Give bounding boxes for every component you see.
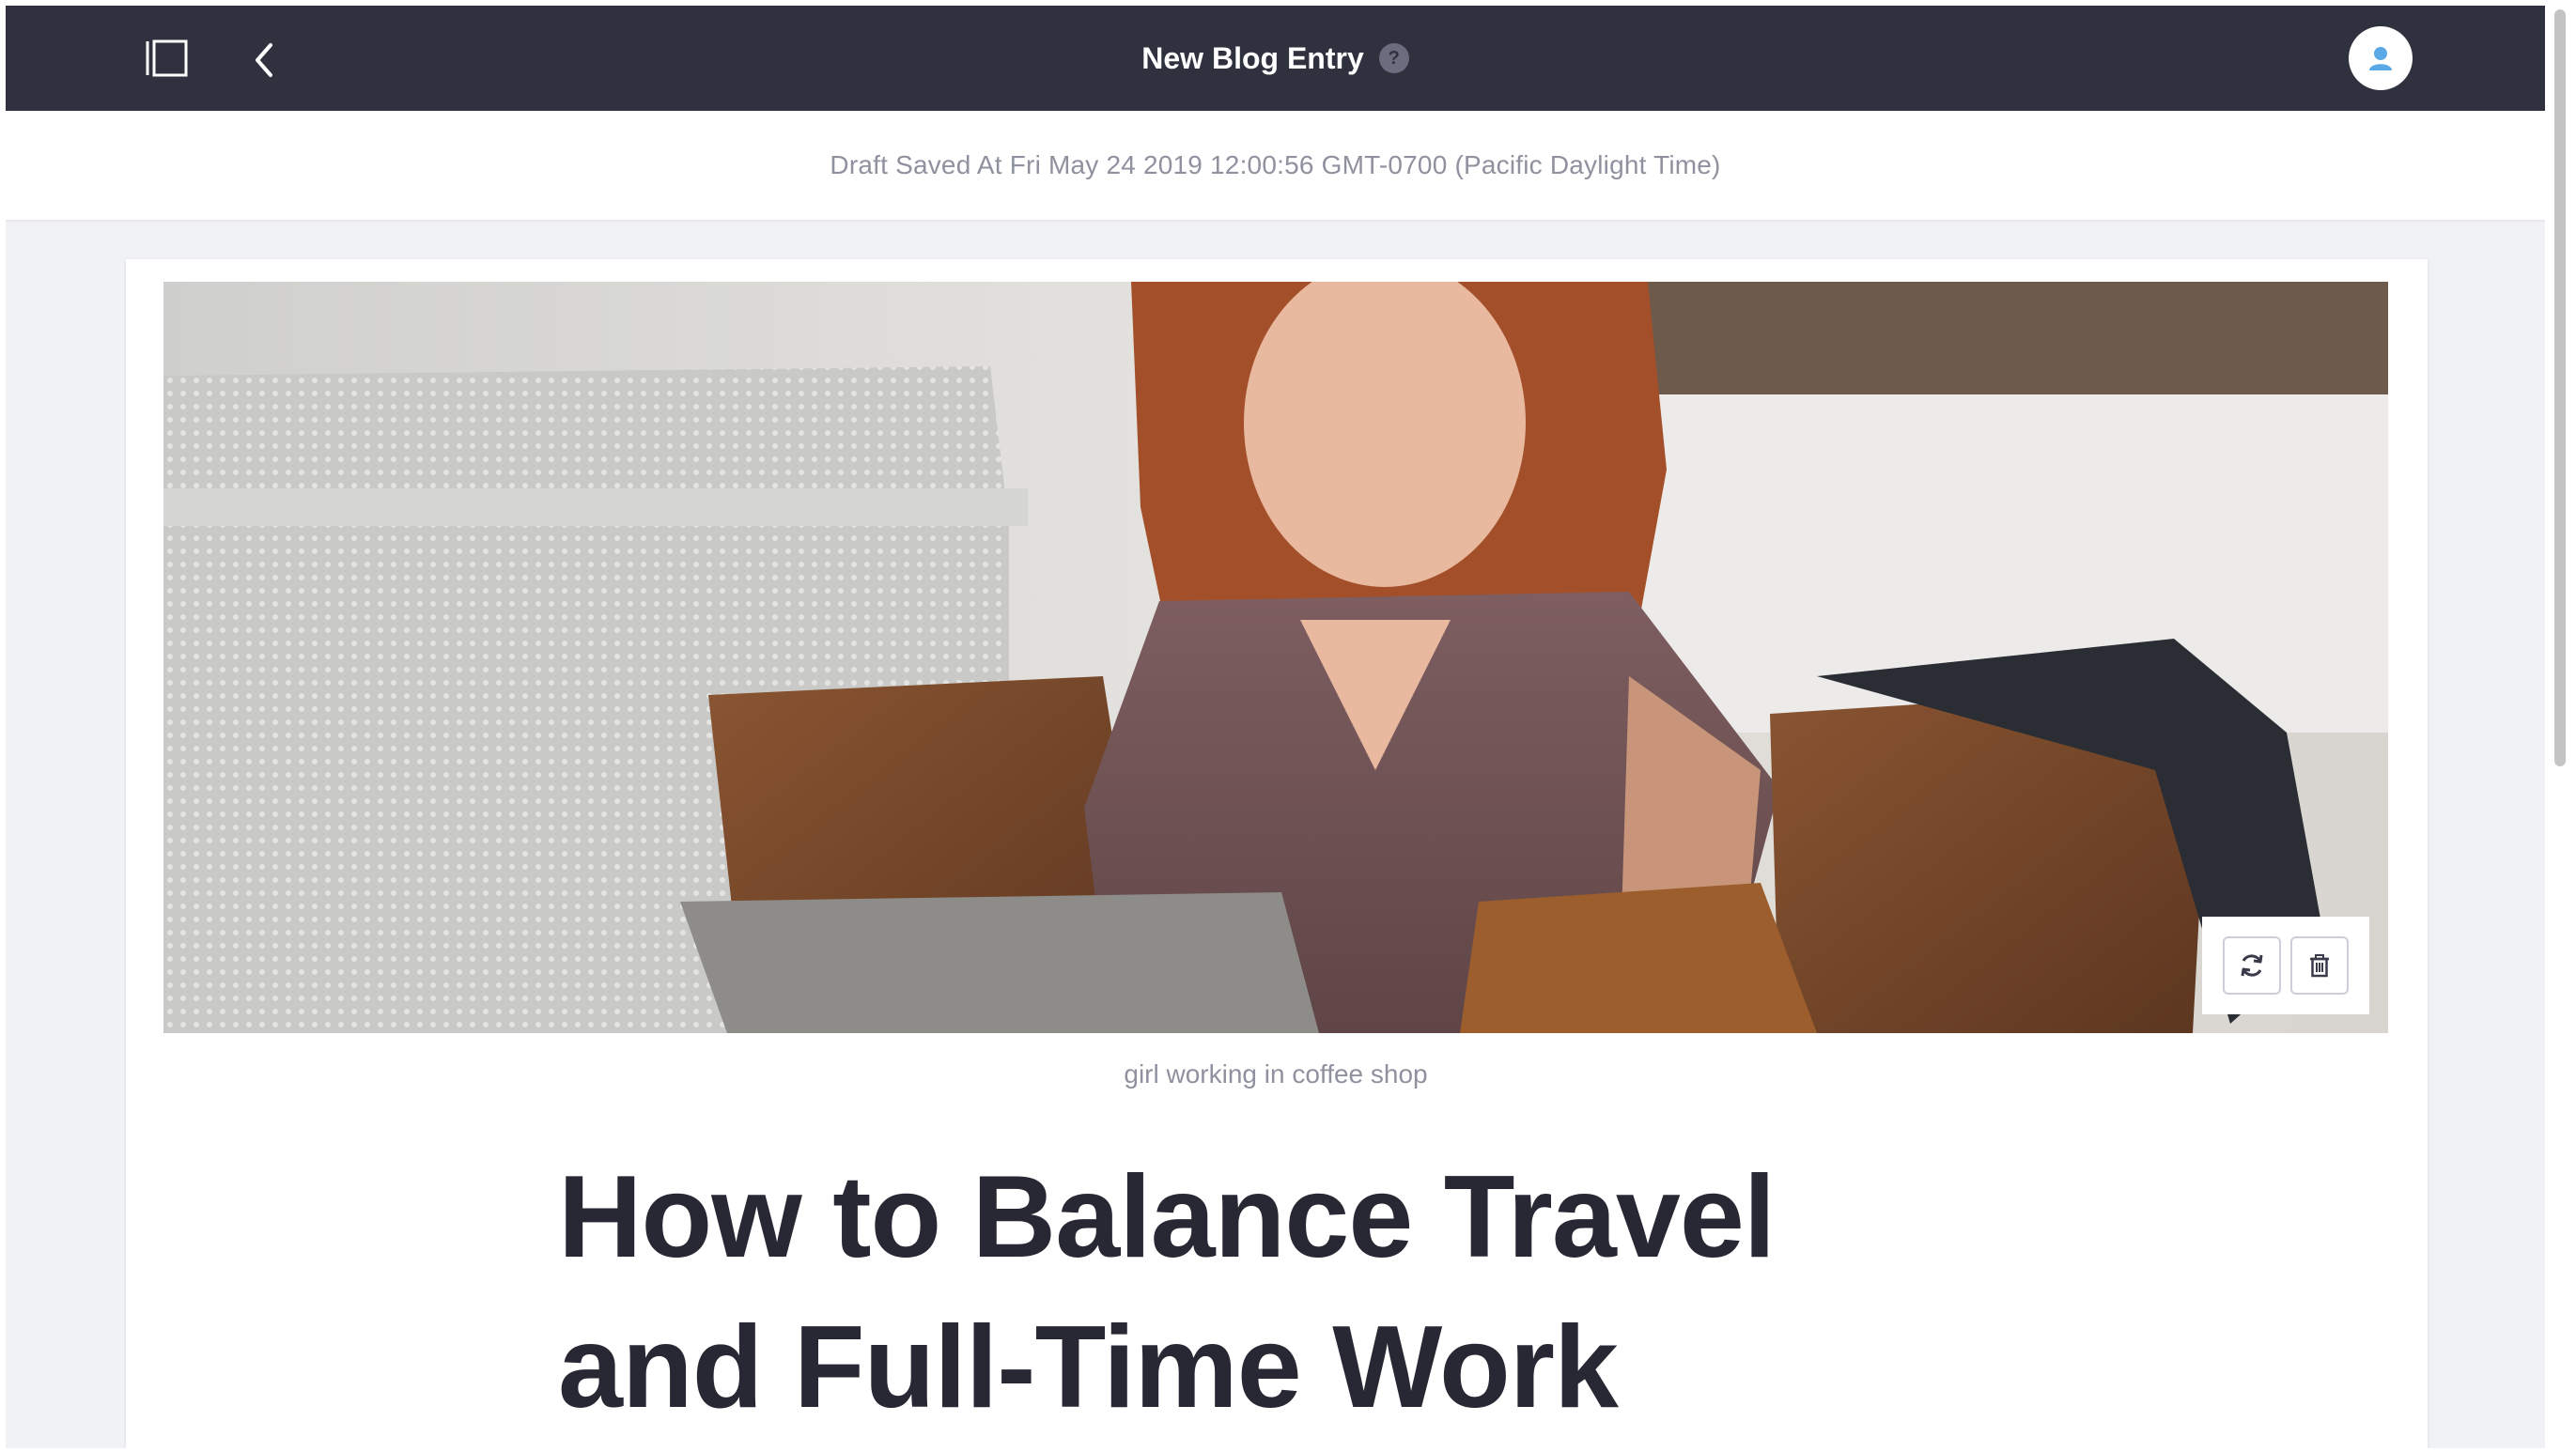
entry-title-input[interactable]: How to Balance Travel and Full-Time Work <box>558 1142 1967 1443</box>
draft-saved-status: Draft Saved At Fri May 24 2019 12:00:56 … <box>830 150 1721 179</box>
blog-editor-card: girl working in coffee shop How to Balan… <box>126 259 2428 1448</box>
remove-image-button[interactable] <box>2290 936 2349 995</box>
avatar[interactable] <box>2349 26 2413 90</box>
scrollbar-thumb[interactable] <box>2554 9 2566 766</box>
cover-image[interactable] <box>163 282 2388 1033</box>
cover-image-toolbar <box>2202 917 2369 1014</box>
refresh-icon <box>2241 954 2263 977</box>
sidebar-toggle-icon[interactable] <box>145 38 190 79</box>
draft-status-bar: Draft Saved At Fri May 24 2019 12:00:56 … <box>6 111 2545 222</box>
cover-photo <box>163 282 2388 1033</box>
help-icon[interactable]: ? <box>1378 43 1409 73</box>
title-group: New Blog Entry ? <box>6 6 2545 111</box>
user-icon <box>2369 47 2392 70</box>
cover-image-caption[interactable]: girl working in coffee shop <box>163 1059 2388 1089</box>
change-image-button[interactable] <box>2223 936 2281 995</box>
app-frame: New Blog Entry ? Draft Saved At Fri May … <box>6 6 2545 1448</box>
trash-icon <box>2310 954 2329 978</box>
page-title: New Blog Entry <box>1141 40 1364 75</box>
chevron-left-icon[interactable] <box>244 39 286 81</box>
top-navigation-bar: New Blog Entry ? <box>6 6 2545 111</box>
